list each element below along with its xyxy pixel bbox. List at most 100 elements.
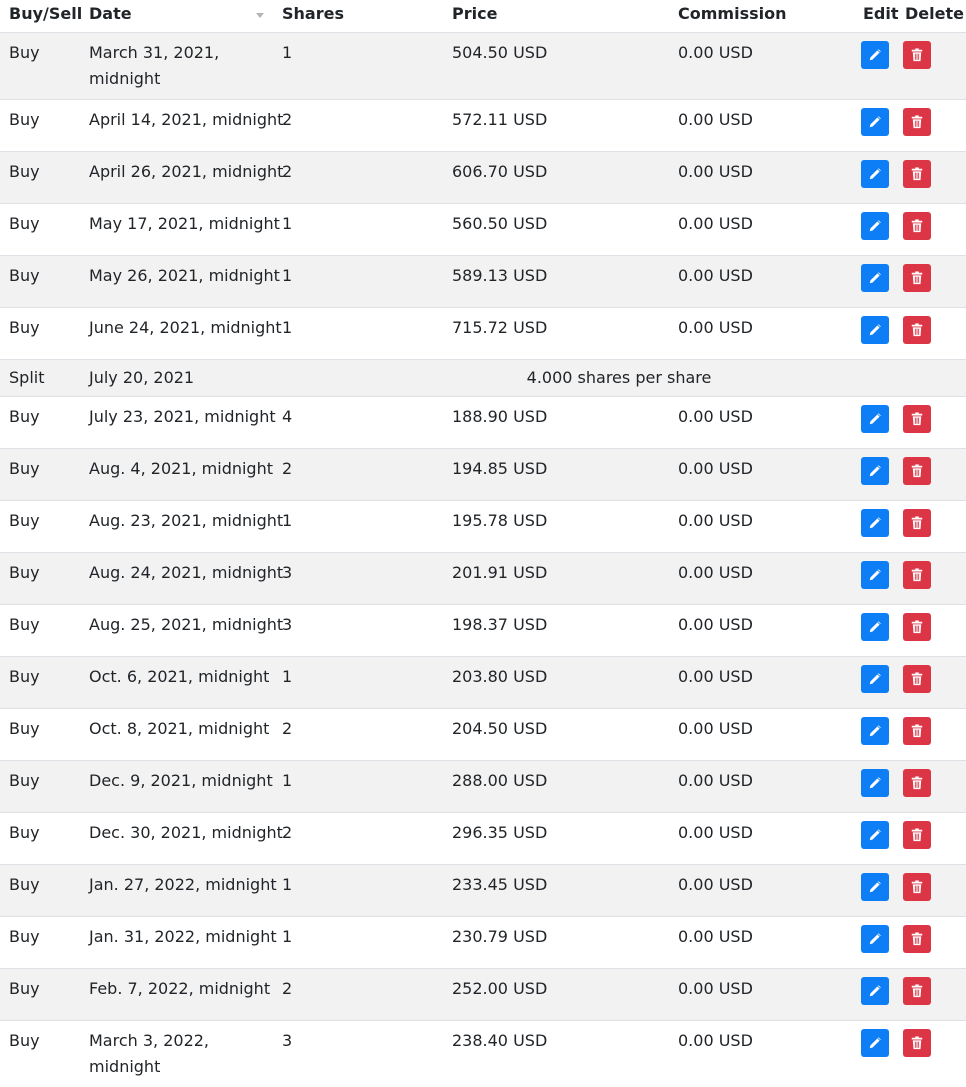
- header-buy-sell[interactable]: Buy/Sell: [0, 0, 82, 33]
- delete-button[interactable]: [903, 508, 931, 537]
- delete-button[interactable]: [903, 976, 931, 1005]
- cell-type: Buy: [9, 978, 40, 998]
- cell-date: June 24, 2021, midnight: [89, 317, 282, 337]
- delete-button[interactable]: [903, 612, 931, 641]
- table-row: Buy Aug. 24, 2021, midnight 3 201.91 USD…: [0, 552, 966, 604]
- cell-type: Buy: [9, 614, 40, 634]
- edit-button[interactable]: [861, 768, 889, 797]
- delete-button[interactable]: [903, 107, 931, 136]
- cell-type: Buy: [9, 161, 40, 181]
- delete-button[interactable]: [903, 211, 931, 240]
- cell-type: Buy: [9, 265, 40, 285]
- edit-button[interactable]: [861, 456, 889, 485]
- delete-button[interactable]: [903, 664, 931, 693]
- trash-icon: [911, 775, 923, 789]
- header-shares[interactable]: Shares: [272, 0, 443, 33]
- cell-delete: [899, 760, 966, 812]
- edit-button[interactable]: [861, 1028, 889, 1057]
- trash-icon: [911, 218, 923, 232]
- delete-button[interactable]: [903, 263, 931, 292]
- cell-type: Buy: [9, 718, 40, 738]
- trash-icon: [911, 47, 923, 61]
- delete-button[interactable]: [903, 872, 931, 901]
- edit-button[interactable]: [861, 976, 889, 1005]
- cell-date: March 3, 2022, midnight: [89, 1030, 210, 1076]
- edit-button[interactable]: [861, 159, 889, 188]
- sort-caret-icon[interactable]: [256, 13, 264, 18]
- trash-icon: [911, 463, 923, 477]
- cell-delete: [899, 203, 966, 255]
- cell-delete: [899, 812, 966, 864]
- pencil-icon: [869, 412, 881, 424]
- delete-button[interactable]: [903, 159, 931, 188]
- pencil-icon: [869, 219, 881, 231]
- cell-edit: [857, 255, 899, 307]
- table-row: Buy July 23, 2021, midnight 4 188.90 USD…: [0, 396, 966, 448]
- trash-icon: [911, 827, 923, 841]
- delete-button[interactable]: [903, 560, 931, 589]
- cell-shares: 4: [282, 406, 293, 426]
- delete-button[interactable]: [903, 404, 931, 433]
- cell-type: Buy: [9, 874, 40, 894]
- pencil-icon: [869, 1036, 881, 1048]
- delete-button[interactable]: [903, 1028, 931, 1057]
- cell-delete: [899, 99, 966, 151]
- cell-date: Oct. 8, 2021, midnight: [89, 718, 270, 738]
- delete-button[interactable]: [903, 768, 931, 797]
- pencil-icon: [869, 115, 881, 127]
- pencil-icon: [869, 620, 881, 632]
- cell-type: Buy: [9, 770, 40, 790]
- edit-button[interactable]: [861, 107, 889, 136]
- header-commission[interactable]: Commission: [669, 0, 857, 33]
- edit-button[interactable]: [861, 612, 889, 641]
- delete-button[interactable]: [903, 456, 931, 485]
- edit-button[interactable]: [861, 508, 889, 537]
- table-row: Buy April 26, 2021, midnight 2 606.70 US…: [0, 151, 966, 203]
- edit-button[interactable]: [861, 263, 889, 292]
- table-row: Buy Feb. 7, 2022, midnight 2 252.00 USD …: [0, 968, 966, 1020]
- pencil-icon: [869, 984, 881, 996]
- cell-price: 198.37 USD: [452, 614, 548, 634]
- cell-type: Buy: [9, 562, 40, 582]
- table-body: Buy March 31, 2021, midnight 1 504.50 US…: [0, 32, 966, 1087]
- cell-delete: [899, 255, 966, 307]
- edit-button[interactable]: [861, 820, 889, 849]
- edit-button[interactable]: [861, 40, 889, 69]
- cell-type: Buy: [9, 1030, 40, 1050]
- header-delete: Delete: [899, 0, 966, 33]
- table-row: Buy March 31, 2021, midnight 1 504.50 US…: [0, 32, 966, 99]
- cell-delete: [899, 864, 966, 916]
- cell-date: July 23, 2021, midnight: [89, 406, 276, 426]
- delete-button[interactable]: [903, 716, 931, 745]
- cell-delete: [899, 151, 966, 203]
- edit-button[interactable]: [861, 560, 889, 589]
- cell-type: Buy: [9, 406, 40, 426]
- cell-price: 296.35 USD: [452, 822, 548, 842]
- edit-button[interactable]: [861, 716, 889, 745]
- edit-button[interactable]: [861, 664, 889, 693]
- header-date[interactable]: Date: [79, 0, 272, 33]
- cell-date: Aug. 4, 2021, midnight: [89, 458, 273, 478]
- cell-shares: 1: [282, 874, 293, 894]
- cell-shares: 2: [282, 161, 293, 181]
- header-price[interactable]: Price: [443, 0, 669, 33]
- edit-button[interactable]: [861, 211, 889, 240]
- cell-date: May 26, 2021, midnight: [89, 265, 280, 285]
- edit-button[interactable]: [861, 924, 889, 953]
- edit-button[interactable]: [861, 872, 889, 901]
- cell-edit: [857, 203, 899, 255]
- cell-price: 715.72 USD: [452, 317, 548, 337]
- edit-button[interactable]: [861, 404, 889, 433]
- trash-icon: [911, 114, 923, 128]
- pencil-icon: [869, 516, 881, 528]
- cell-commission: 0.00 USD: [678, 458, 753, 478]
- delete-button[interactable]: [903, 315, 931, 344]
- cell-date: April 26, 2021, midnight: [89, 161, 284, 181]
- cell-date: Dec. 9, 2021, midnight: [89, 770, 273, 790]
- delete-button[interactable]: [903, 924, 931, 953]
- delete-button[interactable]: [903, 820, 931, 849]
- edit-button[interactable]: [861, 315, 889, 344]
- delete-button[interactable]: [903, 40, 931, 69]
- cell-commission: 0.00 USD: [678, 42, 753, 62]
- trash-icon: [911, 411, 923, 425]
